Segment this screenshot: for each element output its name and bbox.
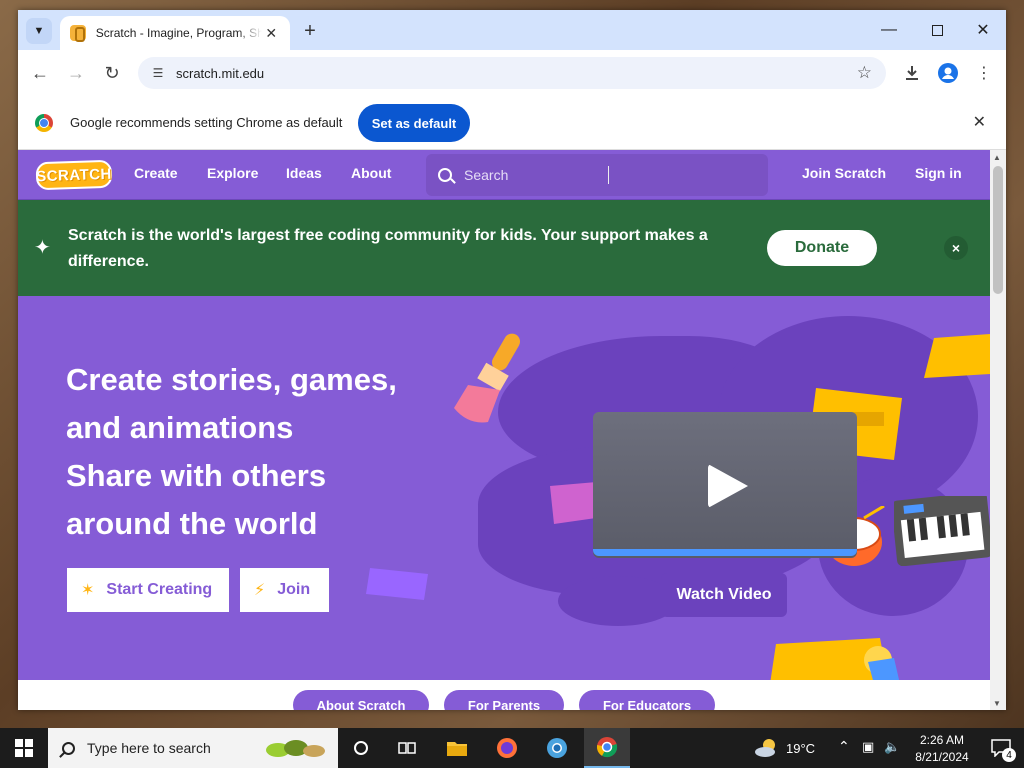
search-highlight-art-icon [266, 740, 325, 757]
nav-explore[interactable]: Explore [207, 165, 258, 181]
join-scratch-link[interactable]: Join Scratch [802, 165, 886, 181]
start-button[interactable] [0, 728, 48, 768]
notification-center-icon[interactable]: 4 [978, 728, 1024, 768]
play-icon[interactable] [708, 464, 748, 508]
menu-kebab-icon[interactable]: ⋮ [970, 59, 998, 87]
headline-line: Share with others [66, 458, 327, 493]
banner-close-icon[interactable]: × [944, 236, 968, 260]
sparkle-icon: ✶ [81, 582, 95, 599]
weather-cloud-moon-icon[interactable] [746, 728, 786, 768]
scratch-search-box [426, 154, 768, 196]
browser-tab[interactable]: Scratch - Imagine, Program, Share ✕ [60, 16, 290, 50]
video-progress-bar [593, 549, 857, 556]
yellow-corner-block-icon [924, 334, 990, 378]
tab-strip: ▼ Scratch - Imagine, Program, Share ✕ + … [18, 10, 1006, 50]
scroll-down-icon[interactable]: ▼ [993, 699, 1001, 708]
new-tab-button[interactable]: + [298, 20, 322, 44]
hand-tap-sprite-icon [770, 638, 900, 680]
chrome-alt-icon[interactable] [534, 728, 580, 768]
tab-search-button[interactable]: ▼ [26, 18, 52, 44]
weather-temperature[interactable]: 19°C [786, 741, 815, 756]
windows-logo-icon [15, 739, 33, 757]
default-browser-infobar: Google recommends setting Chrome as defa… [18, 96, 1006, 150]
site-info-icon[interactable]: ☰ [148, 63, 168, 83]
bookmark-star-icon[interactable]: ☆ [857, 63, 872, 83]
headline-line: and animations [66, 410, 294, 445]
join-button[interactable]: ⚡ Join [240, 568, 329, 612]
for-educators-pill[interactable]: For Educators [579, 690, 715, 710]
clock-time[interactable]: 2:26 AM [914, 733, 970, 747]
url-text: scratch.mit.edu [176, 65, 265, 81]
headline-line: Create stories, games, [66, 362, 397, 397]
address-bar[interactable]: ☰ scratch.mit.edu ☆ [138, 57, 886, 89]
cortana-icon[interactable] [338, 728, 384, 768]
join-label: Join [277, 581, 311, 598]
search-icon [62, 741, 75, 755]
notification-count-badge: 4 [1002, 748, 1016, 762]
browser-toolbar: ← → ↻ ☰ scratch.mit.edu ☆ ⋮ [18, 50, 1006, 96]
scratch-favicon-icon [70, 25, 86, 42]
headline-line: around the world [66, 506, 318, 541]
keyboard-sprite-icon [894, 496, 990, 566]
set-as-default-button[interactable]: Set as default [358, 104, 470, 142]
scratch-search-input[interactable] [464, 167, 764, 183]
scratch-logo[interactable]: SCRATCH [35, 159, 113, 191]
file-explorer-icon[interactable] [434, 728, 480, 768]
scroll-up-icon[interactable]: ▲ [993, 153, 1001, 162]
lightning-icon: ⚡ [254, 582, 266, 599]
page-scrollbar[interactable]: ▲ ▼ [990, 150, 1006, 710]
infobar-close-icon[interactable]: ✕ [973, 112, 986, 132]
audience-subnav: About Scratch For Parents For Educators [18, 680, 990, 710]
sparkle-icon: ✦ [34, 237, 51, 259]
clock-date[interactable]: 8/21/2024 [912, 750, 972, 764]
text-cursor-icon [608, 166, 610, 184]
nav-create[interactable]: Create [134, 165, 178, 181]
close-window-button[interactable]: ✕ [960, 10, 1006, 50]
hero-headline: Create stories, games, and animations Sh… [66, 356, 466, 548]
infobar-text: Google recommends setting Chrome as defa… [70, 115, 343, 130]
minimize-button[interactable]: — [866, 10, 912, 50]
purple-block-sprite-icon [366, 568, 428, 600]
chrome-logo-icon [35, 114, 53, 132]
about-scratch-pill[interactable]: About Scratch [293, 690, 429, 710]
nav-about[interactable]: About [351, 165, 391, 181]
profile-avatar-icon[interactable] [934, 59, 962, 87]
start-creating-label: Start Creating [106, 581, 213, 598]
browser-window: ▼ Scratch - Imagine, Program, Share ✕ + … [18, 10, 1006, 710]
reload-icon[interactable]: ↻ [98, 59, 126, 87]
forward-icon[interactable]: → [62, 59, 90, 87]
tab-title: Scratch - Imagine, Program, Share [95, 26, 263, 40]
volume-muted-icon[interactable]: 🔈 [884, 739, 900, 755]
donate-banner: ✦ Scratch is the world's largest free co… [18, 200, 990, 296]
taskbar-search[interactable]: Type here to search [48, 728, 338, 768]
show-hidden-icons-icon[interactable]: ⌃ [838, 738, 850, 755]
for-parents-pill[interactable]: For Parents [444, 690, 564, 710]
sign-in-link[interactable]: Sign in [915, 165, 962, 181]
tab-close-icon[interactable]: ✕ [262, 25, 280, 42]
search-icon [438, 168, 452, 182]
windows-taskbar: Type here to search 19°C ⌃ ▣ 🔈 2:26 AM 8… [0, 728, 1024, 768]
taskbar-search-placeholder: Type here to search [87, 740, 211, 756]
download-icon[interactable] [898, 59, 926, 87]
chrome-taskbar-icon[interactable] [584, 728, 630, 768]
decorative-blob [558, 576, 678, 626]
task-view-icon[interactable] [384, 728, 430, 768]
donate-message: Scratch is the world's largest free codi… [68, 227, 708, 270]
donate-button[interactable]: Donate [767, 230, 877, 266]
scratch-navbar: SCRATCH Create Explore Ideas About Join … [18, 150, 990, 200]
scratch-page: SCRATCH Create Explore Ideas About Join … [18, 150, 990, 710]
nav-ideas[interactable]: Ideas [286, 165, 322, 181]
scroll-thumb[interactable] [993, 166, 1003, 294]
start-creating-button[interactable]: ✶ Start Creating [67, 568, 229, 612]
network-icon[interactable]: ▣ [862, 739, 874, 755]
back-icon[interactable]: ← [26, 59, 54, 87]
watch-video-button[interactable]: Watch Video [661, 573, 787, 617]
firefox-icon[interactable] [484, 728, 530, 768]
hero-section: Create stories, games, and animations Sh… [18, 296, 990, 680]
maximize-button[interactable] [914, 10, 960, 50]
